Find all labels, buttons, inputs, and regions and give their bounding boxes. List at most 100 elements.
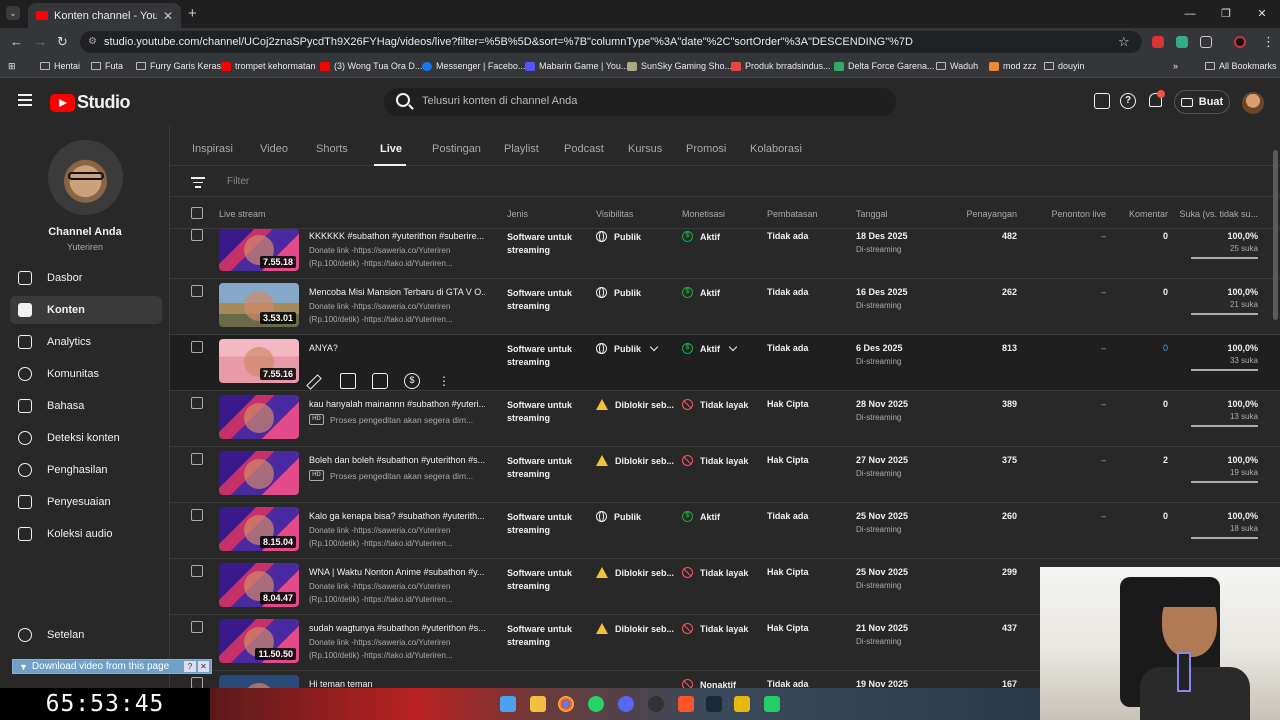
tab-playlists[interactable]: Playlist	[504, 143, 539, 155]
row-checkbox[interactable]	[191, 397, 203, 409]
reload-icon[interactable]: ↻	[57, 34, 68, 50]
account-avatar[interactable]	[1242, 92, 1264, 114]
tab-courses[interactable]: Kursus	[628, 143, 662, 155]
video-title[interactable]: kau hanyalah mainannn #subathon #yuteri.…	[309, 399, 485, 409]
bookmark-item[interactable]: Produk brradsindus...	[731, 61, 831, 71]
visibility-status[interactable]: Publik	[596, 342, 659, 354]
obs-icon[interactable]	[648, 696, 664, 712]
bookmark-item[interactable]: Hentai	[40, 61, 80, 71]
column-date[interactable]: Tanggal	[856, 209, 888, 219]
menu-icon[interactable]	[18, 94, 32, 109]
filter-bar[interactable]: Filter	[170, 167, 1280, 197]
new-tab-button[interactable]: +	[188, 5, 197, 22]
site-info-icon[interactable]: ⚙	[88, 31, 97, 53]
sidebar-item-content-detection[interactable]: Deteksi konten	[10, 424, 162, 452]
video-thumbnail[interactable]	[219, 395, 299, 439]
tab-inspiration[interactable]: Inspirasi	[192, 143, 233, 155]
sidebar-item-settings[interactable]: Setelan	[10, 621, 162, 649]
row-checkbox[interactable]	[191, 565, 203, 577]
tab-posts[interactable]: Postingan	[432, 143, 481, 155]
column-views[interactable]: Penayangan	[966, 209, 1017, 219]
forward-icon[interactable]: →	[34, 34, 47, 49]
more-options-icon[interactable]: ⋮	[436, 373, 452, 389]
table-row[interactable]: 7.55.18 KKKKKK #subathon #yuterithon #sub…	[170, 229, 1280, 279]
tab-videos[interactable]: Video	[260, 143, 288, 155]
bookmark-item[interactable]: SunSky Gaming Sho...	[627, 61, 732, 71]
brave-icon[interactable]	[678, 696, 694, 712]
video-title[interactable]: KKKKKK #subathon #yuterithon #suberire..…	[309, 231, 485, 241]
row-checkbox[interactable]	[191, 229, 203, 241]
sidebar-item-content[interactable]: Konten	[10, 296, 162, 324]
bookmark-item[interactable]: Mabarin Game | You...	[525, 61, 628, 71]
video-thumbnail[interactable]: 11.50.50	[219, 619, 299, 663]
more-bookmarks-icon[interactable]: »	[1173, 61, 1178, 71]
discord-icon[interactable]	[618, 696, 634, 712]
video-title[interactable]: Mencoba Misi Mansion Terbaru di GTA V O.…	[309, 287, 485, 297]
bookmark-item[interactable]: Messenger | Facebo...	[422, 61, 525, 71]
column-live-viewers[interactable]: Penonton live	[1051, 209, 1106, 219]
help-icon[interactable]: ?	[184, 661, 196, 672]
row-checkbox[interactable]	[191, 509, 203, 521]
tab-podcasts[interactable]: Podcast	[564, 143, 604, 155]
app-icon[interactable]	[734, 696, 750, 712]
file-explorer-icon[interactable]	[530, 696, 546, 712]
whatsapp-icon[interactable]	[588, 696, 604, 712]
video-thumbnail[interactable]: 7.55.16	[219, 339, 299, 383]
extension-icon[interactable]	[1176, 36, 1188, 48]
help-icon[interactable]: ?	[1120, 93, 1136, 109]
extension-icon[interactable]	[1152, 36, 1164, 48]
tab-close-icon[interactable]: ✕	[163, 9, 173, 23]
column-comments[interactable]: Komentar	[1129, 209, 1168, 219]
video-title[interactable]: ANYA?	[309, 343, 485, 353]
sidebar-item-languages[interactable]: Bahasa	[10, 392, 162, 420]
row-checkbox[interactable]	[191, 453, 203, 465]
chevron-down-icon[interactable]	[728, 342, 738, 352]
row-checkbox[interactable]	[191, 341, 203, 353]
search-bar[interactable]: Telusuri konten di channel Anda	[384, 88, 896, 116]
tab-search-icon[interactable]: ⌄	[6, 6, 20, 20]
close-window-icon[interactable]: ✕	[1244, 0, 1280, 28]
monetization-status[interactable]: $ Aktif	[682, 342, 738, 354]
bookmark-item[interactable]: mod zzz	[989, 61, 1037, 71]
video-title[interactable]: Kalo ga kenapa bisa? #subathon #yuterith…	[309, 511, 485, 521]
sidebar-item-dashboard[interactable]: Dasbor	[10, 264, 162, 292]
restore-icon[interactable]: ❐	[1208, 0, 1244, 28]
bookmark-star-icon[interactable]: ☆	[1118, 34, 1130, 50]
analytics-icon[interactable]	[340, 373, 356, 389]
sidebar-item-audio-library[interactable]: Koleksi audio	[10, 520, 162, 548]
comments-icon[interactable]	[372, 373, 388, 389]
sidebar-item-community[interactable]: Komunitas	[10, 360, 162, 388]
profile-icon[interactable]	[1234, 36, 1246, 48]
browser-tab[interactable]: Konten channel - YouTube Studio ✕	[28, 3, 181, 28]
browser-menu-icon[interactable]: ⋮	[1262, 34, 1275, 50]
tab-live[interactable]: Live	[380, 143, 402, 155]
table-row[interactable]: kau hanyalah mainannn #subathon #yuteri.…	[170, 391, 1280, 447]
extensions-puzzle-icon[interactable]	[1200, 36, 1212, 48]
video-thumbnail[interactable]: 3.53.01	[219, 283, 299, 327]
bookmark-item[interactable]: Furry Garis Keras	[136, 61, 221, 71]
all-bookmarks[interactable]: All Bookmarks	[1205, 61, 1277, 71]
windows-start-icon[interactable]	[500, 696, 516, 712]
feedback-icon[interactable]	[1094, 93, 1110, 109]
video-thumbnail[interactable]	[219, 451, 299, 495]
sidebar-item-customization[interactable]: Penyesuaian	[10, 488, 162, 516]
sidebar-item-analytics[interactable]: Analytics	[10, 328, 162, 356]
bookmark-item[interactable]: (3) Wong Tua Ora D...	[320, 61, 422, 71]
bookmark-item[interactable]: trompet kehormatan	[221, 61, 316, 71]
url-field[interactable]: ⚙ studio.youtube.com/channel/UCoj2znaSPy…	[80, 31, 1142, 53]
video-thumbnail[interactable]: 8.15.04	[219, 507, 299, 551]
bookmark-item[interactable]: Futa	[91, 61, 123, 71]
chevron-down-icon[interactable]	[649, 342, 659, 352]
chrome-icon[interactable]	[558, 696, 574, 712]
video-title[interactable]: sudah wagtunya #subathon #yuterithon #s.…	[309, 623, 485, 633]
column-likes[interactable]: Suka (vs. tidak su...	[1179, 209, 1258, 219]
video-title[interactable]: WNA | Waktu Nonton Anime #subathon #y...	[309, 567, 485, 577]
table-row[interactable]: 7.55.16 ANYA? $ ⋮ Software untuk streaming Pu…	[170, 335, 1280, 391]
video-title[interactable]: Boleh dan boleh #subathon #yuterithon #s…	[309, 455, 485, 465]
apps-grid-icon[interactable]: ⊞	[8, 61, 16, 72]
studio-logo[interactable]: Studio	[50, 92, 131, 113]
close-icon[interactable]: ✕	[198, 661, 209, 672]
row-checkbox[interactable]	[191, 285, 203, 297]
video-thumbnail[interactable]: 8.04.47	[219, 563, 299, 607]
table-row[interactable]: 8.15.04 Kalo ga kenapa bisa? #subathon #y…	[170, 503, 1280, 559]
